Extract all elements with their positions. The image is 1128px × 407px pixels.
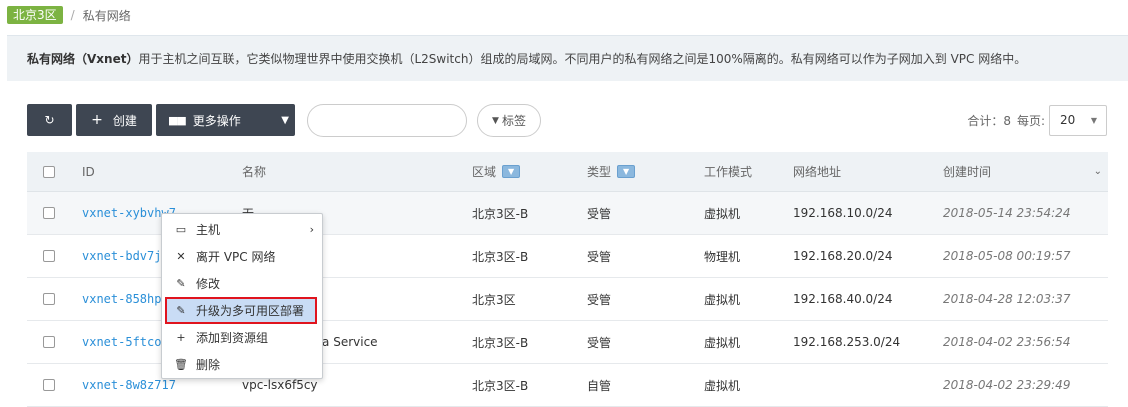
vxnet-created: 2018-05-14 23:54:24 [943,206,1071,220]
vxnet-zone: 北京3区-B [472,335,529,350]
vxnet-type: 受管 [587,206,612,221]
menu-item-label: 添加到资源组 [196,331,269,345]
info-banner: 私有网络（Vxnet）用于主机之间互联，它类似物理世界中使用交换机（L2Swit… [7,35,1128,81]
vxnet-type: 受管 [587,292,612,307]
menu-item-label: 离开 VPC 网络 [196,250,276,264]
vxnet-type: 受管 [587,335,612,350]
plus-icon: + [176,331,186,344]
pencil-icon: ✎ [176,304,186,317]
create-label: 创建 [112,113,137,128]
refresh-icon: ↻ [44,113,55,127]
more-actions-button[interactable]: ■■ 更多操作 ▼ [156,104,295,136]
select-all-checkbox[interactable] [43,165,55,178]
vxnet-zone: 北京3区 [472,292,516,307]
vxnet-id-link[interactable]: vxnet-8w8z717 [82,378,176,392]
caret-down-icon: ▼ [281,114,289,126]
menu-item-add-resource-group[interactable]: + 添加到资源组 [162,324,322,351]
per-page-value: 20 [1060,113,1076,127]
vxnet-created: 2018-04-02 23:29:49 [943,378,1071,392]
breadcrumb: 北京3区 / 私有网络 [7,5,131,25]
menu-item-label: 修改 [196,277,221,291]
columns-toggle-icon[interactable]: ⌄ [1094,152,1102,191]
menu-item-label: 删除 [196,358,221,372]
total-count: 合计：8 [967,113,1011,128]
vxnet-mode: 虚拟机 [704,378,741,393]
vxnet-network: 192.168.253.0/24 [793,335,901,349]
vxnet-created: 2018-04-28 12:03:37 [943,292,1071,306]
menu-item-label: 升级为多可用区部署 [196,304,305,318]
vxnet-network: 192.168.40.0/24 [793,292,893,306]
more-actions-label: 更多操作 [192,113,241,128]
row-checkbox[interactable] [43,293,55,305]
refresh-button[interactable]: ↻ [27,104,72,136]
create-button[interactable]: + 创建 [76,104,152,136]
vxnet-mode: 物理机 [704,249,741,264]
breadcrumb-current: 私有网络 [82,8,131,23]
vxnet-mode: 虚拟机 [704,292,741,307]
toolbar: ↻ + 创建 ■■ 更多操作 ▼ [27,104,299,136]
grid-icon: ■■ [168,113,187,127]
pencil-icon: ✎ [176,277,186,290]
vxnet-type: 自管 [587,378,612,393]
filter-icon: ▼ [492,115,499,126]
table-header: ID 名称 区域 ▼ 类型 ▼ 工作模式 网络地址 创建时间 ⌄ [27,152,1108,192]
vxnet-zone: 北京3区-B [472,378,529,393]
vxnet-type: 受管 [587,249,612,264]
per-page-select[interactable]: 20 ▼ [1049,104,1107,136]
caret-down-icon: ▼ [1090,115,1097,125]
header-name[interactable]: 名称 [242,152,266,191]
menu-item-modify[interactable]: ✎ 修改 [162,270,322,297]
per-page-label: 每页: [1016,113,1045,128]
row-checkbox[interactable] [43,336,55,348]
breadcrumb-separator: / [70,8,75,22]
search-input[interactable] [307,104,467,137]
menu-item-leave-vpc[interactable]: ✕ 离开 VPC 网络 [162,243,322,270]
vxnet-created: 2018-05-08 00:19:57 [943,249,1071,263]
row-checkbox[interactable] [43,250,55,262]
type-filter-icon[interactable]: ▼ [617,165,636,178]
trash-icon: 🗑 [174,358,188,371]
header-id[interactable]: ID [82,152,95,191]
vxnet-zone: 北京3区-B [472,206,529,221]
header-mode: 工作模式 [704,165,753,179]
menu-item-host[interactable]: ▭ 主机 › [162,216,322,243]
row-checkbox[interactable] [43,207,55,219]
header-zone: 区域 [472,165,497,179]
close-icon: ✕ [176,250,186,263]
vxnet-mode: 虚拟机 [704,206,741,221]
vxnet-mode: 虚拟机 [704,335,741,350]
tag-label: 标签 [501,114,526,128]
context-menu: ▭ 主机 › ✕ 离开 VPC 网络 ✎ 修改 ✎ 升级为多可用区部署 + 添加… [161,213,323,379]
pager: 合计：8 每页: 20 ▼ [967,104,1107,136]
header-created[interactable]: 创建时间 [943,152,991,191]
chevron-right-icon: › [309,223,314,236]
menu-item-delete[interactable]: 🗑 删除 [162,351,322,378]
vxnet-created: 2018-04-02 23:56:54 [943,335,1071,349]
info-title: 私有网络（Vxnet） [27,52,139,66]
row-checkbox[interactable] [43,379,55,391]
menu-item-upgrade-multi-zone[interactable]: ✎ 升级为多可用区部署 [165,297,317,324]
vxnet-id-link[interactable]: vxnet-5ftco [82,335,161,349]
header-type: 类型 [587,165,612,179]
tag-filter-button[interactable]: ▼ 标签 [477,104,541,137]
vxnet-zone: 北京3区-B [472,249,529,264]
zone-filter-icon[interactable]: ▼ [502,165,521,178]
vxnet-id-link[interactable]: vxnet-bdv7j [82,249,161,263]
vxnet-network: 192.168.10.0/24 [793,206,893,220]
info-text: 用于主机之间互联，它类似物理世界中使用交换机（L2Switch）组成的局域网。不… [138,52,1027,66]
menu-item-label: 主机 [196,223,221,237]
vxnet-id-link[interactable]: vxnet-858hp [82,292,161,306]
header-network: 网络地址 [793,165,842,179]
vxnet-network: 192.168.20.0/24 [793,249,893,263]
monitor-icon: ▭ [175,223,187,236]
zone-badge[interactable]: 北京3区 [7,6,63,24]
plus-icon: + [91,112,103,128]
